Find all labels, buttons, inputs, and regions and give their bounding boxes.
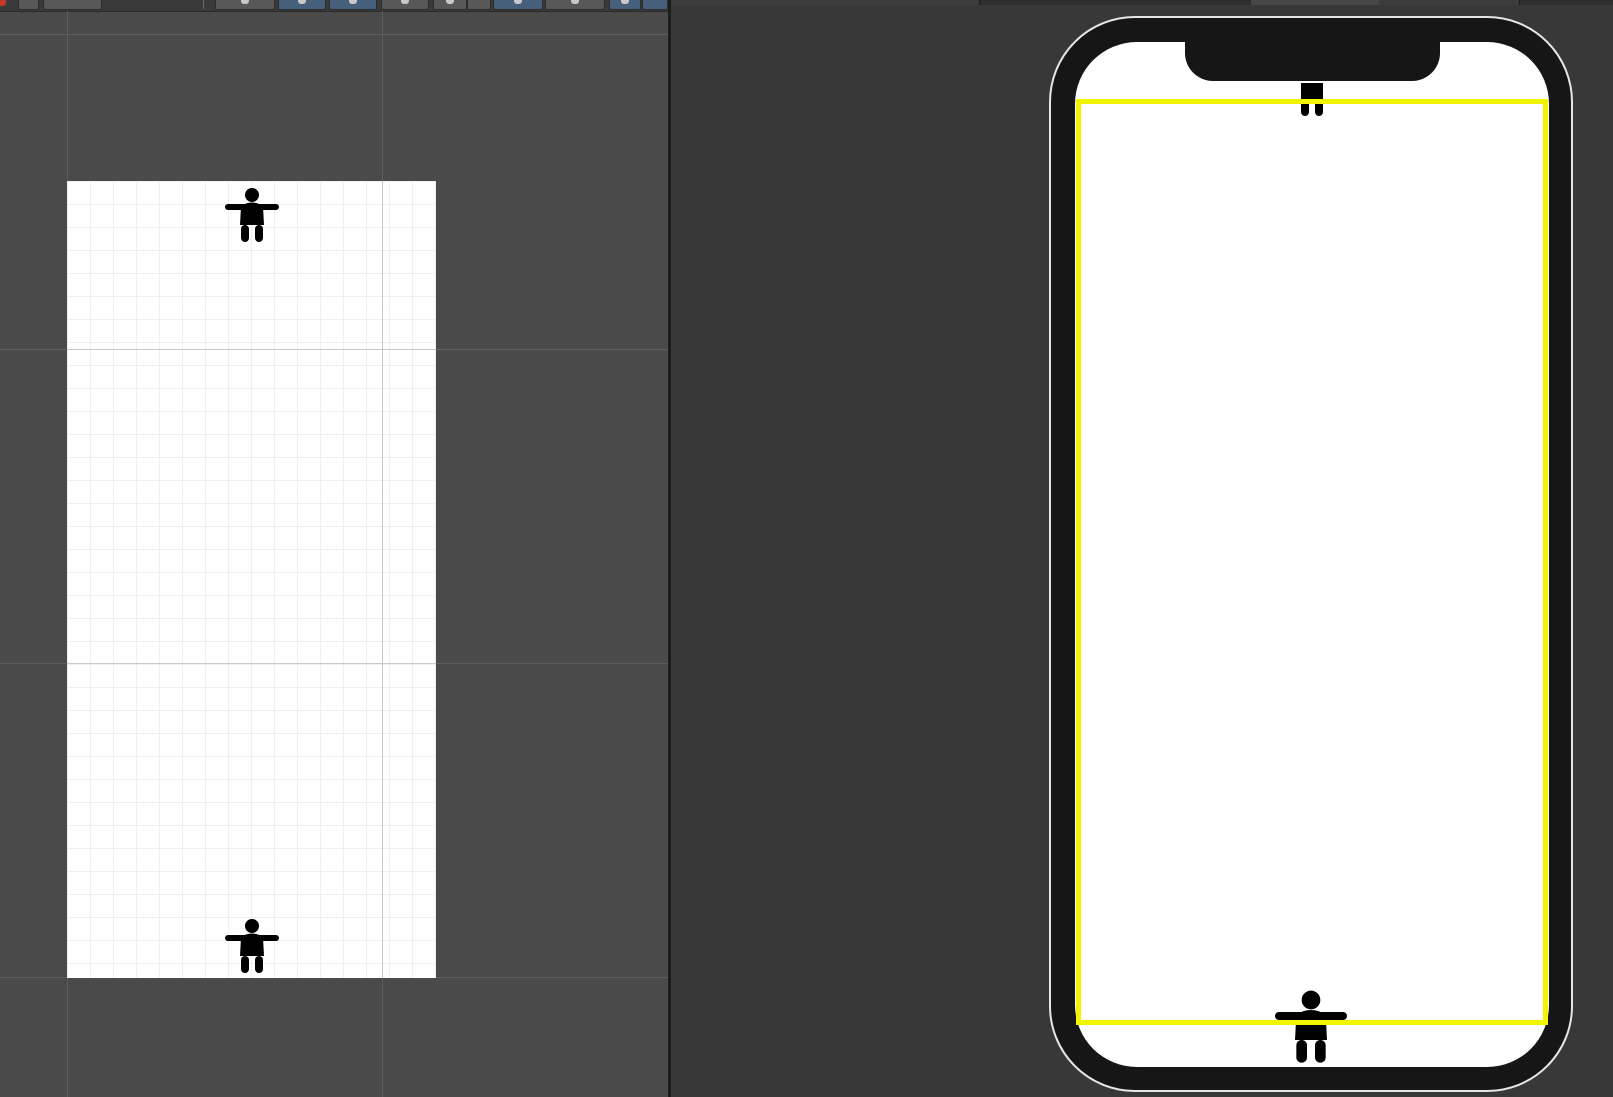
scene-camera-button[interactable] <box>545 0 605 10</box>
canvas-grid-line <box>382 181 383 978</box>
game-view-toolbar <box>671 0 1613 5</box>
globe-icon <box>621 0 629 4</box>
canvas-grid-line <box>67 349 436 350</box>
scene-view[interactable] <box>0 0 668 1097</box>
2d-toggle-icon <box>298 0 306 4</box>
effects-button[interactable] <box>433 0 467 10</box>
scene-canvas[interactable] <box>67 181 436 978</box>
lighting-toggle-button[interactable] <box>329 0 377 10</box>
game-tab[interactable] <box>1379 0 1520 5</box>
hidden-objects-button[interactable] <box>493 0 543 10</box>
game-tab[interactable] <box>1251 0 1380 5</box>
audio-icon <box>401 0 409 4</box>
effects-dropdown[interactable] <box>467 0 491 10</box>
scene-toolbar <box>0 0 668 12</box>
phone-notch <box>1185 38 1440 81</box>
gizmos-button[interactable] <box>609 0 641 10</box>
scene-camera-icon <box>571 0 579 4</box>
toolbar-separator <box>203 0 204 9</box>
canvas-grid-line <box>67 663 436 664</box>
shading-mode-button[interactable] <box>215 0 275 10</box>
settings-button[interactable] <box>642 0 668 10</box>
lighting-icon <box>349 0 357 4</box>
editor-window <box>0 0 1613 1097</box>
effects-icon <box>446 0 454 4</box>
game-tab[interactable] <box>783 0 980 5</box>
2d-toggle-button[interactable] <box>278 0 326 10</box>
toolbar-dropdown[interactable] <box>43 0 102 10</box>
shading-icon <box>241 0 249 4</box>
undo-icon[interactable] <box>0 0 6 6</box>
safe-area-rect <box>1076 99 1548 1025</box>
character-bottom[interactable] <box>222 916 282 976</box>
character-top[interactable] <box>222 185 282 245</box>
toolbar-small-button[interactable] <box>18 0 39 10</box>
hidden-objects-icon <box>514 0 522 4</box>
grid-line <box>0 34 668 35</box>
game-tab[interactable] <box>671 0 784 5</box>
audio-toggle-button[interactable] <box>381 0 429 10</box>
